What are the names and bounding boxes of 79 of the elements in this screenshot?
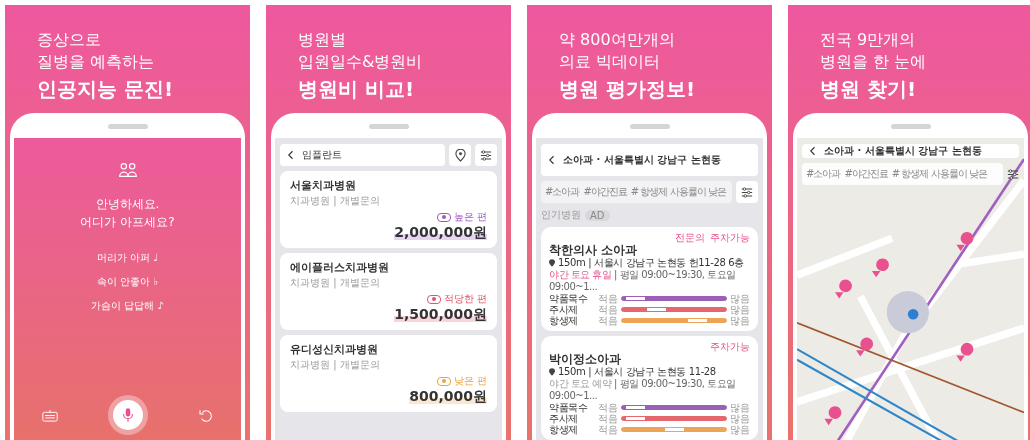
feature-label: 전문의 <box>675 232 705 243</box>
suggestion-option[interactable]: 머리가 아퍼 ♩ <box>92 249 163 267</box>
scale-high-label: 많음 <box>730 293 750 304</box>
headline-text: 증상으로 <box>37 29 102 51</box>
scale-low-label: 적음 <box>598 413 618 424</box>
headline-text: 의료 빅데이터 <box>559 51 662 73</box>
scale-low-label: 적음 <box>598 304 618 315</box>
header-title: 소아과 · 서울특별시 강남구 논현동 <box>563 153 721 167</box>
filter-tag[interactable]: # 항생제 사용률이 낮은 <box>891 167 987 181</box>
headline-text: 병원별 <box>298 29 347 51</box>
scale-high-label: 많음 <box>730 424 750 435</box>
price-text: 1,500,000원 <box>394 306 487 322</box>
headline-highlight: 병원 평가정보! <box>559 76 697 103</box>
filter-tag[interactable]: #소아과 <box>806 167 841 181</box>
price-tier-label: 높은 편 <box>453 210 487 224</box>
metric-label: 주사제 <box>549 304 579 315</box>
filter-tag[interactable]: # 항생제 사용률이 낮은 <box>630 185 726 199</box>
location-header[interactable]: 소아과 · 서울특별시 강남구 논현동 <box>802 144 1019 158</box>
scale-high-label: 많음 <box>730 413 750 424</box>
hospital-card[interactable]: 서울치과병원 치과병원 | 개별문의 높은 편 2,000,000원 <box>280 171 497 248</box>
headline-text: 병원을 한 눈에 <box>820 51 928 73</box>
price-text: 800,000원 <box>409 388 487 404</box>
price-tier-label: 적당한 편 <box>443 292 487 306</box>
address-text: | 서울시 강남구 논현동 헌11-28 6층 <box>588 257 744 269</box>
hospital-card[interactable]: 유디성신치과병원 치과병원 | 개별문의 낮은 편 800,000원 <box>280 335 497 412</box>
metric-label: 약품목수 <box>549 402 589 413</box>
filter-tag[interactable]: #야간진료 <box>583 185 627 199</box>
hospital-card[interactable]: 주차가능 박이정소아과 150m | 서울시 강남구 논현동 11-28 야간 토요 예약 | 평일 09:00~19:30, 토요일 09:00~1... 약품목수 적음 많음 주사제 적음 많음 항생제 적음 많음 <box>541 336 758 440</box>
hospital-card[interactable]: 에이플러스치과병원 치과병원 | 개별문의 적당한 편 1,500,000원 <box>280 253 497 330</box>
metric-label: 약품목수 <box>549 293 589 304</box>
headline-text: 입원일수&병원비 <box>298 51 424 73</box>
header-title: 소아과 · 서울특별시 강남구 논현동 <box>824 144 982 158</box>
price-tier-label: 낮은 편 <box>453 374 487 388</box>
scale-high-label: 많음 <box>730 304 750 315</box>
metric-label: 항생제 <box>549 315 579 326</box>
greeting-text: 안녕하세요. <box>94 196 161 213</box>
hospital-card[interactable]: 전문의 주차가능 착한의사 소아과 150m | 서울시 강남구 논현동 헌11-28 6층 야간 토요 휴일 | 평일 09:00~19:30, 토요일 09:00~1... 약품목수 적음 많음 주사제 적음 많음 항생제 적음 많음 <box>541 227 758 331</box>
headline-text: 약 800여만개의 <box>559 29 676 51</box>
scale-low-label: 적음 <box>598 402 618 413</box>
hospital-name: 착한의사 소아과 <box>549 243 639 257</box>
distance-text: 150m <box>558 366 586 378</box>
scale-low-label: 적음 <box>598 293 618 304</box>
hospital-meta: 치과병원 | 개별문의 <box>290 358 381 372</box>
suggestion-option[interactable]: 속이 안좋아 ♭ <box>92 273 163 291</box>
hospital-name: 박이정소아과 <box>549 352 622 366</box>
hospital-name: 에이플러스치과병원 <box>290 260 390 275</box>
scale-high-label: 많음 <box>730 402 750 413</box>
headline-highlight: 인공지능 문진! <box>37 76 175 103</box>
feature-label: 주차가능 <box>710 232 750 243</box>
distance-text: 150m <box>558 257 586 269</box>
metric-label: 항생제 <box>549 424 579 435</box>
scale-low-label: 적음 <box>598 424 618 435</box>
headline-text: 질병을 예측하는 <box>37 51 156 73</box>
hospital-meta: 치과병원 | 개별문의 <box>290 194 381 208</box>
headline-highlight: 병원 찾기! <box>820 76 918 103</box>
ad-badge: AD <box>585 209 610 221</box>
hospital-name: 유디성신치과병원 <box>290 342 379 357</box>
filter-tag[interactable]: #야간진료 <box>844 167 888 181</box>
greeting-text: 어디가 아프세요? <box>80 214 175 231</box>
tag-filter-bar[interactable]: #소아과 #야간진료 # 항생제 사용률이 낮은 <box>802 163 1003 185</box>
search-field[interactable]: 임플란트 <box>280 144 445 166</box>
section-label: 인기병원 <box>541 208 581 222</box>
suggestion-option[interactable]: 가슴이 답답해 ♪ <box>87 297 168 315</box>
feature-label: 주차가능 <box>710 341 750 352</box>
tag-filter-bar[interactable]: #소아과 #야간진료 # 항생제 사용률이 낮은 <box>541 181 732 203</box>
location-header[interactable]: 소아과 · 서울특별시 강남구 논현동 <box>541 144 758 176</box>
headline-highlight: 병원비 비교! <box>298 76 416 103</box>
address-text: | 서울시 강남구 논현동 11-28 <box>588 366 716 378</box>
headline-text: 전국 9만개의 <box>820 29 917 51</box>
hospital-meta: 치과병원 | 개별문의 <box>290 276 381 290</box>
filter-tag[interactable]: #소아과 <box>545 185 580 199</box>
scale-high-label: 많음 <box>730 315 750 326</box>
metric-label: 주사제 <box>549 413 579 424</box>
price-text: 2,000,000원 <box>394 224 487 240</box>
opening-hours: 야간 토요 예약 | 평일 09:00~19:30, 토요일 09:00~1... <box>549 378 737 402</box>
hospital-name: 서울치과병원 <box>290 178 357 193</box>
opening-hours: 야간 토요 휴일 | 평일 09:00~19:30, 토요일 09:00~1... <box>549 269 737 293</box>
scale-low-label: 적음 <box>598 315 618 326</box>
search-query: 임플란트 <box>302 148 342 162</box>
